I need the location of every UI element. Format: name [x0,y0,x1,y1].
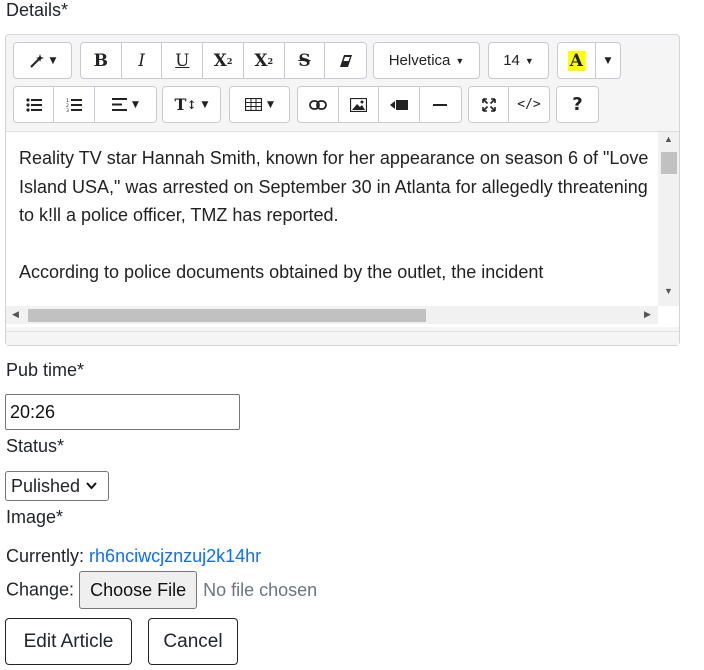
rich-text-editor: ▼ B I U X2 X2 S Helvetica ▼ 14 ▼ A ▼ 1 2… [5,34,680,346]
vertical-scrollbar[interactable]: ▲ ▼ [658,132,679,306]
chevron-down-icon [86,479,97,493]
table-icon [245,98,263,111]
paragraph-group: 123 ▼ [13,86,157,123]
status-selected-value: Pulished [11,475,81,496]
insert-picture-button[interactable] [339,87,379,122]
color-button[interactable]: A [558,43,596,78]
underline-button[interactable]: U [162,43,204,78]
magic-style-button[interactable]: ▼ [13,42,72,79]
status-select[interactable]: Pulished [5,471,109,501]
superscript-button[interactable]: X2 [203,43,244,78]
scroll-up-icon[interactable]: ▲ [664,134,673,144]
subscript-button[interactable]: X2 [244,43,285,78]
change-label: Change: [6,579,75,600]
scroll-left-icon[interactable]: ◀ [12,309,19,320]
caret-down-icon: ▼ [201,99,209,110]
ordered-list-button[interactable]: 123 [54,87,95,122]
superscript-mark-icon: 2 [226,55,233,66]
eraser-icon [339,54,353,68]
change-image-row: Change: Choose File No file chosen [6,571,317,609]
caret-down-icon: ▼ [267,99,274,110]
caret-down-icon: ▼ [49,55,57,66]
font-size-value: 14 [503,52,520,69]
editor-content-area[interactable]: Reality TV star Hannah Smith, known for … [6,131,679,327]
no-file-chosen-text: No file chosen [203,579,318,600]
clear-format-button[interactable] [325,43,366,78]
editor-paragraph: Reality TV star Hannah Smith, known for … [19,148,649,225]
bold-button[interactable]: B [81,43,122,78]
details-label: Details* [6,0,69,20]
italic-button[interactable]: I [122,43,163,78]
editor-toolbar: ▼ B I U X2 X2 S Helvetica ▼ 14 ▼ A ▼ 1 2… [6,35,679,131]
subscript-mark-icon: 2 [267,55,274,66]
pub-time-label: Pub time* [6,360,85,380]
minus-icon [433,103,448,107]
color-letter: A [567,50,585,71]
fullscreen-button[interactable] [469,87,510,122]
editor-resize-bar[interactable] [6,331,679,345]
choose-file-button[interactable]: Choose File [79,571,198,609]
cancel-button[interactable]: Cancel [148,618,238,665]
font-style-group: B I U X2 X2 S [80,42,367,79]
subscript-letter: X [254,50,268,71]
caret-down-icon: ▼ [604,55,612,66]
current-image-row: Currently: rh6nciwcjznzuj2k14hr [6,546,261,567]
magic-wand-icon [29,53,45,69]
status-label: Status* [6,436,65,456]
horizontal-rule-button[interactable] [420,87,461,122]
vertical-scroll-thumb[interactable] [661,152,677,174]
paragraph-align-dropdown[interactable]: ▼ [95,87,156,122]
svg-text:3: 3 [66,108,69,112]
numbered-list-icon: 123 [66,98,83,112]
font-family-value: Helvetica [388,52,451,69]
scroll-down-icon[interactable]: ▼ [664,286,673,296]
image-label: Image* [6,507,64,527]
superscript-letter: X [213,50,227,71]
font-family-dropdown[interactable]: Helvetica ▼ [373,42,480,79]
caret-down-icon: ▼ [455,55,465,66]
view-group: </> [468,86,550,123]
table-dropdown[interactable]: ▼ [229,86,290,123]
insert-video-button[interactable] [379,87,420,122]
video-icon [389,99,408,111]
bullet-list-icon [26,97,42,112]
font-size-dropdown[interactable]: 14 ▼ [488,42,549,79]
insert-group [297,86,462,123]
color-dropdown-button[interactable]: ▼ [596,43,620,78]
link-icon [308,99,327,111]
editor-text[interactable]: Reality TV star Hannah Smith, known for … [19,144,649,314]
unordered-list-button[interactable] [14,87,55,122]
pub-time-input[interactable] [5,394,240,430]
strikethrough-button[interactable]: S [285,43,326,78]
scroll-right-icon[interactable]: ▶ [644,309,651,320]
horizontal-scroll-thumb[interactable] [28,309,426,322]
current-image-link[interactable]: rh6nciwcjznzuj2k14hr [89,546,261,566]
editor-paragraph: According to police documents obtained b… [19,261,544,282]
text-height-icon: ↕ [186,97,197,112]
picture-icon [349,97,367,112]
horizontal-scrollbar[interactable]: ◀ ▶ [6,306,658,324]
caret-down-icon: ▼ [524,55,534,66]
text-height-dropdown[interactable]: T ↕ ▼ [162,86,221,123]
color-group: A ▼ [557,42,621,79]
align-left-icon [111,98,127,111]
caret-down-icon: ▼ [131,99,139,110]
text-height-letter: T [174,95,187,114]
insert-link-button[interactable] [298,87,339,122]
currently-label: Currently: [6,546,85,566]
edit-article-button[interactable]: Edit Article [5,618,132,665]
code-view-button[interactable]: </> [509,87,549,122]
expand-icon [481,97,496,112]
help-button[interactable]: ? [556,86,599,123]
